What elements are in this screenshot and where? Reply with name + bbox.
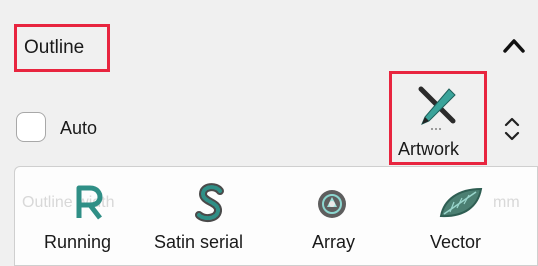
artwork-button-label: Artwork bbox=[398, 139, 460, 159]
option-array[interactable]: Array bbox=[306, 180, 366, 258]
option-running[interactable]: Running bbox=[44, 180, 140, 258]
auto-checkbox[interactable] bbox=[16, 112, 46, 142]
pen-icon bbox=[418, 86, 456, 130]
vector-leaf-icon bbox=[439, 187, 483, 218]
array-ball-icon bbox=[318, 190, 346, 218]
option-satin-serial-label: Satin serial bbox=[154, 232, 244, 252]
up-down-chevron-icon[interactable] bbox=[500, 112, 524, 146]
outline-section-title: Outline bbox=[24, 37, 85, 58]
option-vector[interactable]: Vector bbox=[424, 180, 500, 258]
satin-s-icon bbox=[195, 183, 224, 223]
option-vector-label: Vector bbox=[430, 232, 482, 252]
option-running-label: Running bbox=[44, 232, 112, 252]
option-array-label: Array bbox=[312, 232, 356, 252]
running-r-icon bbox=[76, 185, 103, 220]
chevron-up-icon[interactable] bbox=[500, 34, 528, 58]
option-satin-serial[interactable]: Satin serial bbox=[154, 180, 270, 258]
auto-checkbox-label[interactable]: Auto bbox=[60, 118, 97, 139]
